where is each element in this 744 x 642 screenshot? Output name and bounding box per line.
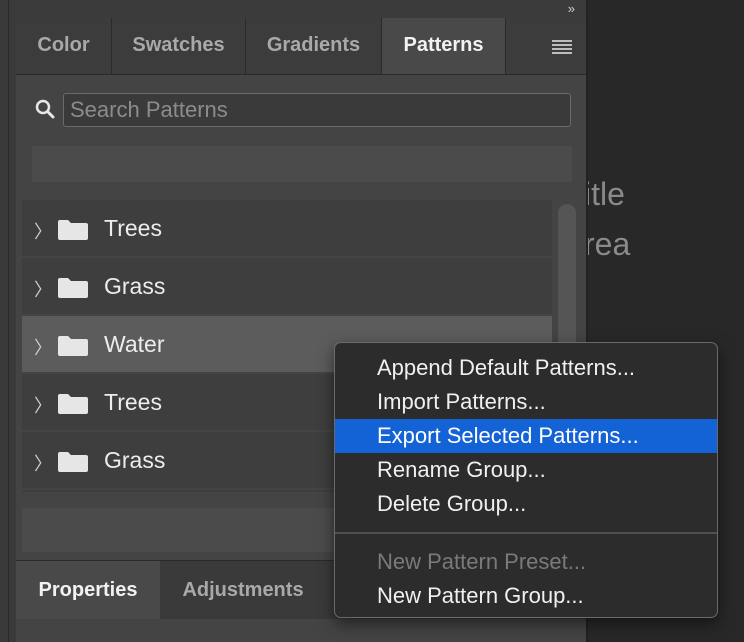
folder-icon (58, 336, 88, 356)
list-item-label: Trees (104, 389, 162, 415)
list-item-label: Trees (104, 215, 162, 241)
list-item-label: Grass (104, 447, 166, 473)
pattern-preview-bar (32, 146, 572, 182)
tab-properties[interactable]: Properties (16, 561, 160, 619)
tab-color[interactable]: Color (16, 18, 112, 74)
chevron-right-icon[interactable]: 〉 (34, 334, 52, 360)
context-menu: Append Default Patterns... Import Patter… (334, 342, 718, 618)
list-item-label: Water (104, 331, 165, 357)
list-item-group[interactable]: 〉 Trees (22, 200, 552, 258)
menu-item-new-pattern-preset: New Pattern Preset... (377, 549, 587, 574)
list-item-label: Grass (104, 273, 166, 299)
folder-icon (58, 220, 88, 240)
chevron-right-icon[interactable]: 〉 (34, 218, 52, 244)
menu-item-export-selected-patterns[interactable]: Export Selected Patterns... (335, 419, 717, 453)
chevron-right-icon[interactable]: 〉 (34, 450, 52, 476)
tab-adjustments[interactable]: Adjustments (160, 561, 326, 619)
left-panel-edge (0, 0, 16, 642)
menu-item-delete-group[interactable]: Delete Group... (335, 487, 717, 521)
collapse-panels-icon[interactable]: » (568, 1, 575, 16)
menu-item-rename-group[interactable]: Rename Group... (335, 453, 717, 487)
document-text-area: rea (584, 226, 631, 262)
tab-swatches[interactable]: Swatches (112, 18, 246, 74)
tab-gradients[interactable]: Gradients (246, 18, 382, 74)
list-scrollbar[interactable] (558, 204, 576, 364)
chevron-right-icon[interactable]: 〉 (34, 392, 52, 418)
folder-icon (58, 394, 88, 414)
search-input[interactable] (63, 93, 571, 127)
panel-top-bar: » (16, 0, 586, 18)
tab-patterns[interactable]: Patterns (382, 18, 506, 74)
menu-item-import-patterns[interactable]: Import Patterns... (335, 385, 717, 419)
chevron-right-icon[interactable]: 〉 (34, 276, 52, 302)
menu-item-append-default-patterns[interactable]: Append Default Patterns... (335, 351, 717, 385)
folder-icon (58, 278, 88, 298)
folder-icon (58, 452, 88, 472)
menu-separator (335, 532, 717, 534)
menu-item-new-pattern-group[interactable]: New Pattern Group... (335, 579, 717, 613)
panel-menu-icon[interactable] (552, 40, 572, 54)
list-item-group[interactable]: 〉 Grass (22, 258, 552, 316)
search-icon (35, 99, 55, 119)
left-panel-divider (8, 0, 9, 642)
search-row (16, 90, 586, 130)
document-text-title: itle (584, 176, 625, 212)
panel-tabs: Color Swatches Gradients Patterns (16, 18, 586, 75)
